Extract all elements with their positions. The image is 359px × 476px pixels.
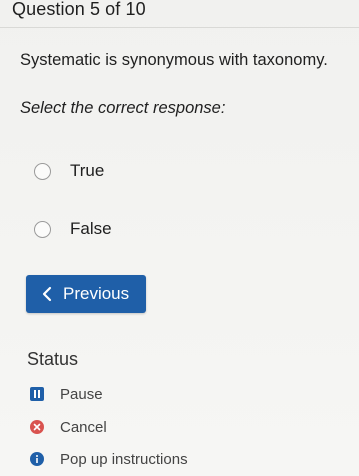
previous-button[interactable]: Previous <box>26 275 146 313</box>
pause-button[interactable]: Pause <box>30 384 103 404</box>
option-label: True <box>70 161 105 180</box>
option-label: False <box>70 219 112 238</box>
header-divider <box>0 27 359 28</box>
option-true[interactable]: True <box>34 158 234 184</box>
previous-button-label: Previous <box>63 284 130 303</box>
quiz-header: Question 5 of 10 <box>0 0 359 24</box>
status-title: Status <box>27 349 79 369</box>
pause-icon <box>30 387 44 401</box>
cancel-icon <box>30 420 44 434</box>
cancel-label: Cancel <box>60 418 107 436</box>
pop-up-instructions-button[interactable]: Pop up instructions <box>30 449 188 469</box>
radio-button-true[interactable] <box>34 162 51 180</box>
chevron-left-icon <box>40 286 54 302</box>
quiz-screen: Question 5 of 10 Systematic is synonymou… <box>0 0 359 476</box>
radio-button-false[interactable] <box>34 220 51 238</box>
question-text: Systematic is synonymous with taxonomy. <box>20 51 328 69</box>
pop-up-instructions-label: Pop up instructions <box>60 450 188 468</box>
option-false[interactable]: False <box>34 216 234 242</box>
question-counter: Question 5 of 10 <box>12 0 146 19</box>
question-instruction: Select the correct response: <box>20 99 226 117</box>
cancel-button[interactable]: Cancel <box>30 417 107 437</box>
pause-label: Pause <box>60 385 103 403</box>
info-icon <box>30 452 44 466</box>
